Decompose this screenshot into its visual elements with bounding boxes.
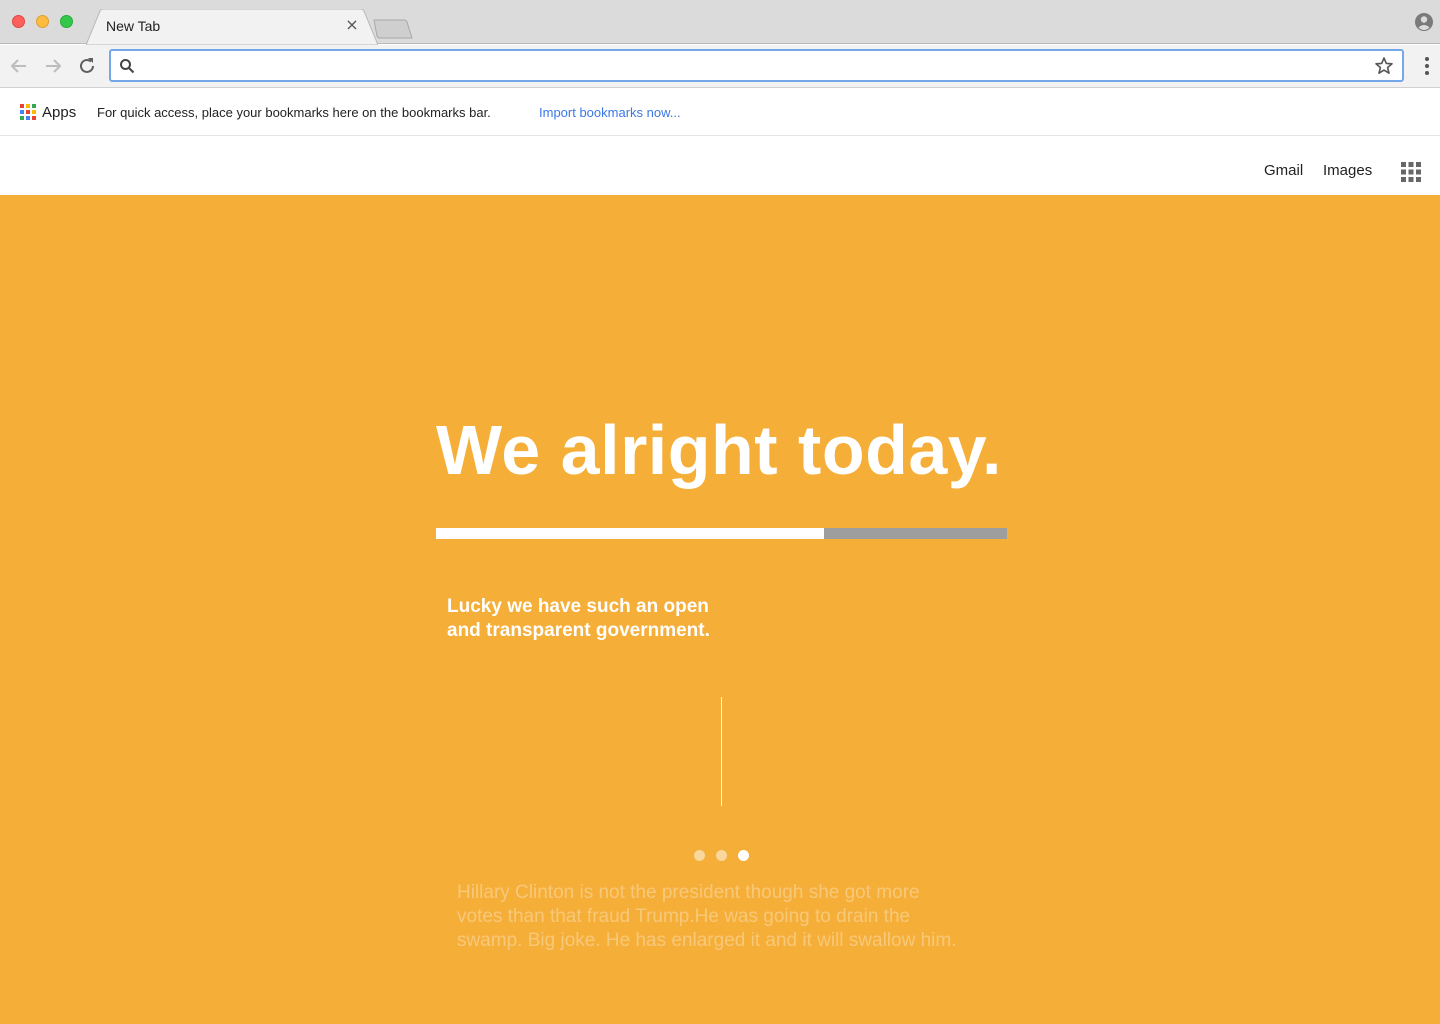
images-link[interactable]: Images [1323, 162, 1372, 179]
hero-panel: We alright today. Lucky we have such an … [0, 195, 1440, 1024]
hero-body-line: votes than that fraud Trump.He was going… [457, 906, 911, 927]
hero-title: We alright today. [436, 411, 1002, 489]
star-icon[interactable] [1374, 56, 1394, 76]
carousel-dot-2[interactable] [716, 850, 727, 861]
minimize-window-button[interactable] [36, 15, 49, 28]
apps-bookmark[interactable]: Apps [42, 104, 76, 121]
hero-subtitle-line: and transparent government. [447, 620, 710, 641]
browser-toolbar [0, 45, 1440, 88]
back-icon[interactable] [8, 55, 30, 77]
reload-icon[interactable] [76, 55, 98, 77]
tab-new-tab[interactable]: New Tab × [86, 9, 378, 45]
tab-title: New Tab [106, 18, 161, 34]
close-window-button[interactable] [12, 15, 25, 28]
omnibox[interactable] [109, 49, 1404, 82]
hero-subtitle-line: Lucky we have such an open [447, 596, 709, 617]
google-header: Gmail Images [0, 137, 1440, 195]
bookmarks-hint-text: For quick access, place your bookmarks h… [97, 105, 491, 120]
profile-icon[interactable] [1414, 12, 1434, 32]
progress-bar-fill [436, 528, 825, 539]
maximize-window-button[interactable] [60, 15, 73, 28]
import-bookmarks-link[interactable]: Import bookmarks now... [539, 105, 681, 120]
new-tab-button[interactable] [370, 18, 414, 40]
vertical-divider [721, 697, 722, 806]
hero-subtitle: Lucky we have such an open and transpare… [447, 595, 767, 643]
hero-body-line: swamp. Big joke. He has enlarged it and … [457, 930, 957, 951]
hero-body-text: Hillary Clinton is not the president tho… [457, 881, 1017, 953]
tab-close-icon[interactable]: × [344, 17, 360, 33]
hero-body-line: Hillary Clinton is not the president tho… [457, 882, 920, 903]
apps-grid-icon[interactable] [20, 104, 36, 120]
bookmarks-bar: Apps For quick access, place your bookma… [0, 89, 1440, 136]
carousel-dots [694, 850, 754, 862]
carousel-dot-1[interactable] [694, 850, 705, 861]
search-icon [119, 58, 135, 74]
forward-icon[interactable] [42, 55, 64, 77]
omnibox-input[interactable] [141, 55, 1361, 77]
menu-icon[interactable] [1424, 56, 1430, 76]
gmail-link[interactable]: Gmail [1264, 162, 1303, 179]
grid-apps-icon[interactable] [1401, 162, 1421, 182]
carousel-dot-3-active[interactable] [738, 850, 749, 861]
title-bar: New Tab × [0, 0, 1440, 45]
progress-bar [436, 528, 1007, 539]
